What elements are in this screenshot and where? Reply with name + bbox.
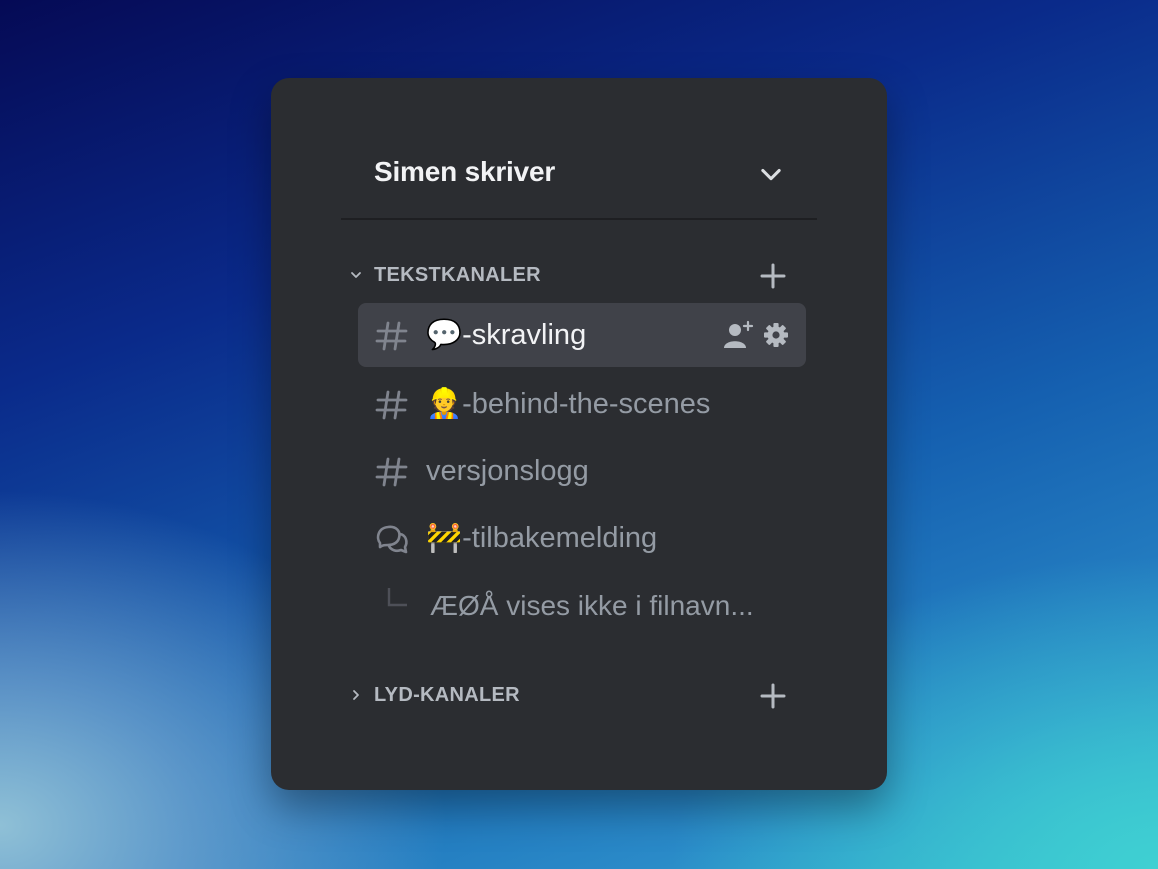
thread-label: ÆØÅ vises ikke i filnavn... [430,590,754,621]
chevron-down-icon[interactable] [757,160,785,188]
channel-label: 💬-skravling [426,319,587,351]
hash-icon [375,390,408,420]
hash-icon [375,457,408,487]
thread-aeoa-vises-ikke[interactable]: ÆØÅ vises ikke i filnavn... [358,578,806,638]
forum-icon [376,525,408,554]
channel-label: versjonslogg [426,455,589,487]
add-user-icon[interactable] [722,320,754,350]
server-header[interactable]: Simen skriver [341,136,817,220]
gear-icon[interactable] [762,321,790,349]
category-lyd-kanaler[interactable]: LYD-KANALER [349,680,789,712]
channel-behind-the-scenes[interactable]: 👷-behind-the-scenes [358,372,806,436]
channel-actions [722,319,790,351]
channel-tilbakemelding[interactable]: 🚧-tilbakemelding [358,506,806,570]
plus-icon[interactable] [759,262,787,290]
plus-icon[interactable] [759,682,787,710]
channel-sidebar: Simen skriver TEKSTKANALER 💬-skravling 👷… [271,78,887,790]
channel-label: 🚧-tilbakemelding [426,522,658,554]
hash-icon [375,321,408,351]
category-label: TEKSTKANALER [374,264,541,286]
category-label: LYD-KANALER [374,684,520,706]
channel-skravling[interactable]: 💬-skravling [358,303,806,367]
channel-label: 👷-behind-the-scenes [426,388,711,420]
chevron-down-icon [351,272,361,278]
category-tekstkanaler[interactable]: TEKSTKANALER [349,260,789,292]
thread-spine-icon [387,588,407,607]
server-name: Simen skriver [374,156,556,187]
chevron-right-icon [353,690,359,700]
channel-versjonslogg[interactable]: versjonslogg [358,439,806,503]
